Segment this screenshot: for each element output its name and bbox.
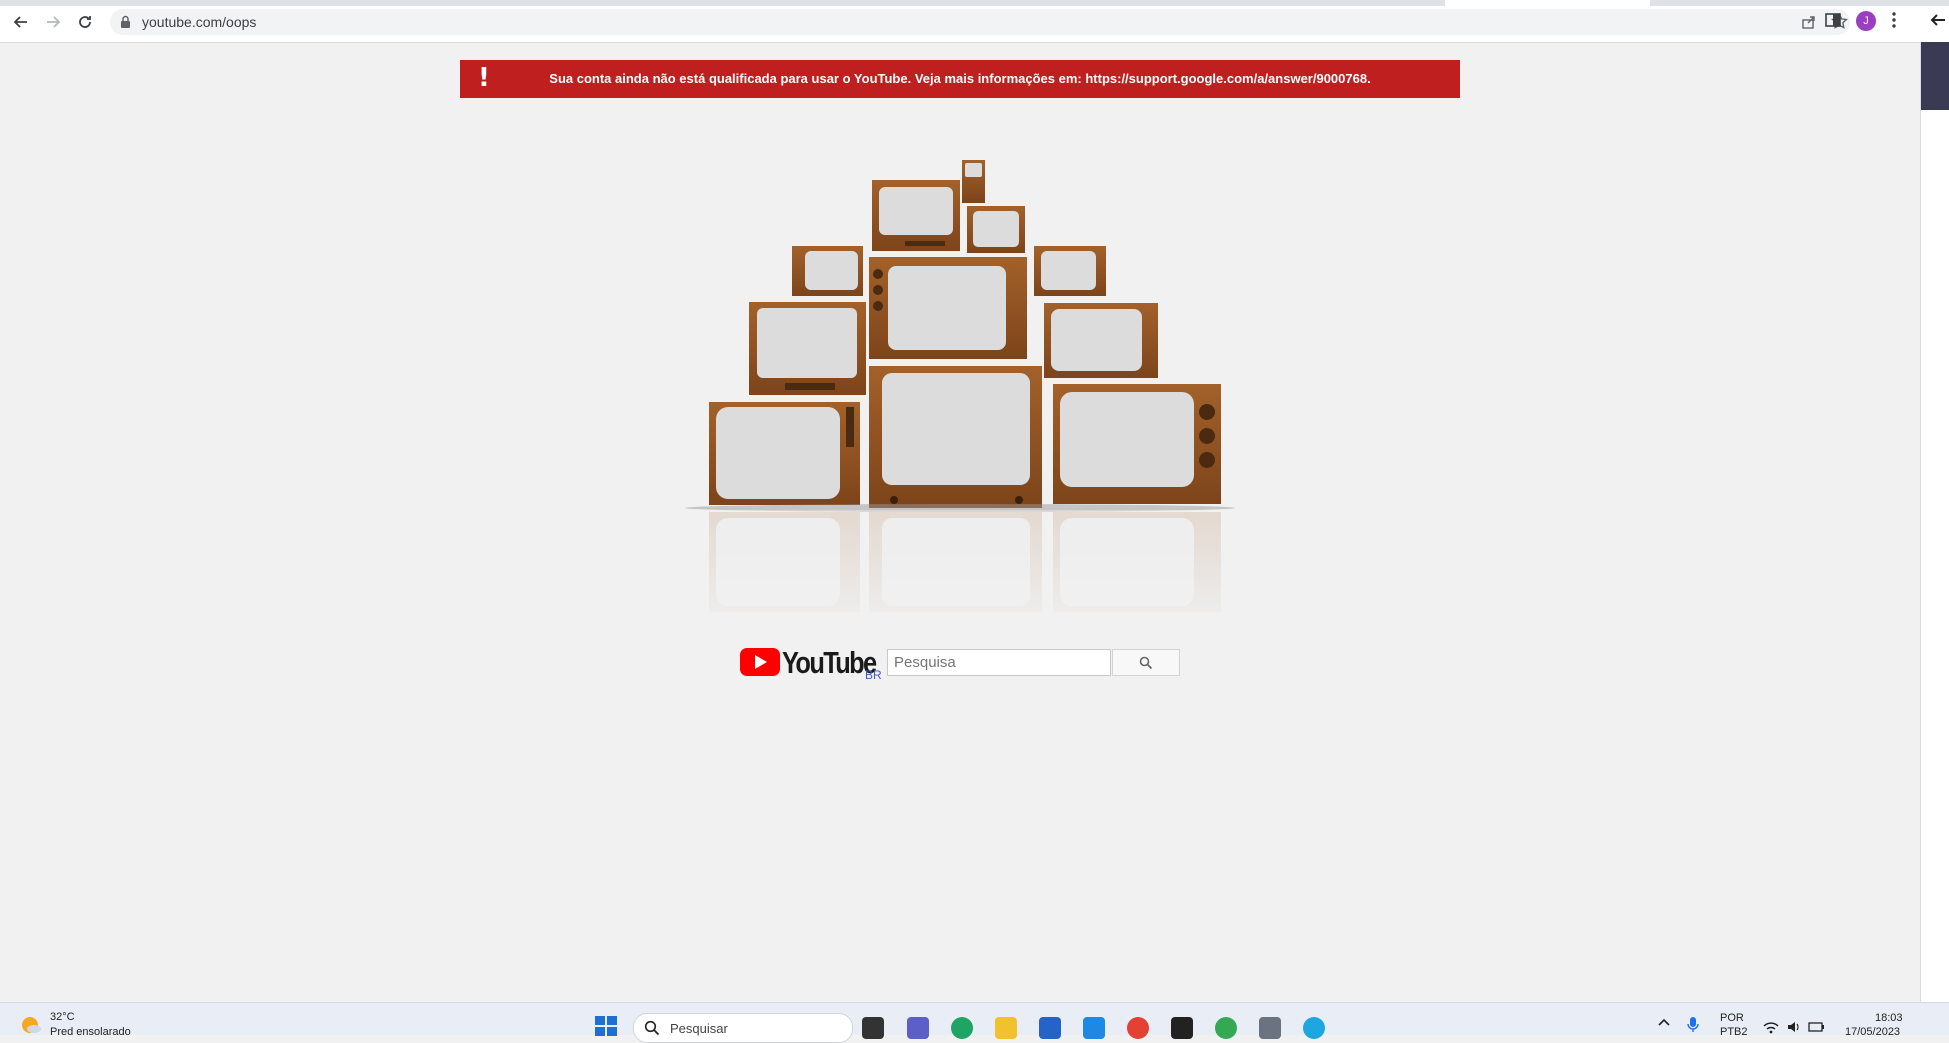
browser-toolbar: youtube.com/oops J	[0, 0, 1949, 43]
chrome-icon[interactable]	[1127, 1017, 1149, 1039]
weather-description[interactable]: Pred ensolarado	[50, 1026, 131, 1038]
tab-strip	[0, 0, 1949, 6]
mail-icon[interactable]	[1083, 1017, 1105, 1039]
sticky-app-icon[interactable]	[1171, 1017, 1193, 1039]
active-tab[interactable]	[1445, 0, 1650, 6]
side-panel	[1920, 42, 1949, 1002]
address-bar[interactable]: youtube.com/oops	[110, 9, 1850, 35]
keyboard-layout[interactable]: PTB2	[1720, 1026, 1748, 1038]
language-indicator[interactable]: POR	[1720, 1012, 1744, 1024]
tv-sets	[685, 160, 1235, 512]
search-input[interactable]	[887, 649, 1111, 676]
task-view-icon[interactable]	[862, 1017, 884, 1039]
search-button[interactable]	[1112, 649, 1180, 676]
youtube-wordmark[interactable]: YouTube	[782, 645, 877, 681]
clock-date[interactable]: 17/05/2023	[1845, 1026, 1900, 1038]
windows-taskbar: 32°C Pred ensolarado Pesquisar POR PTB2 …	[0, 1002, 1949, 1043]
country-code: BR	[865, 668, 882, 682]
app-icon[interactable]	[1303, 1017, 1325, 1039]
microsoft-store-icon[interactable]	[1039, 1017, 1061, 1039]
menu-kebab-icon[interactable]	[1891, 11, 1897, 34]
url-text: youtube.com/oops	[142, 14, 257, 30]
side-panel-back-icon[interactable]	[1929, 11, 1947, 34]
lock-icon[interactable]	[120, 15, 131, 33]
taskbar-search-box[interactable]: Pesquisar	[633, 1013, 853, 1043]
side-panel-icon[interactable]	[1824, 11, 1842, 34]
calculator-icon[interactable]	[1259, 1017, 1281, 1039]
microphone-icon[interactable]	[1687, 1017, 1699, 1033]
youtube-logo-icon[interactable]	[740, 648, 780, 676]
clock-time[interactable]: 18:03	[1875, 1012, 1903, 1024]
edge-icon[interactable]	[951, 1017, 973, 1039]
tray-chevron-up-icon[interactable]	[1657, 1017, 1671, 1027]
reload-icon[interactable]	[75, 12, 95, 32]
error-banner: ! Sua conta ainda não está qualificada p…	[460, 60, 1460, 98]
teams-icon[interactable]	[907, 1017, 929, 1039]
back-icon[interactable]	[11, 12, 31, 32]
file-explorer-icon[interactable]	[995, 1017, 1017, 1039]
profile-avatar[interactable]: J	[1856, 11, 1876, 31]
error-message: Sua conta ainda não está qualificada par…	[549, 71, 1371, 86]
network-volume-battery-icons[interactable]	[1762, 1020, 1826, 1034]
windows-start-icon[interactable]	[595, 1016, 617, 1036]
chrome-profile-icon[interactable]	[1215, 1017, 1237, 1039]
search-icon	[1139, 656, 1153, 669]
tv-stack-illustration	[680, 160, 1240, 630]
weather-temperature[interactable]: 32°C	[50, 1011, 75, 1023]
weather-sun-icon[interactable]	[20, 1015, 42, 1035]
share-icon[interactable]	[1801, 14, 1817, 35]
side-panel-header	[1921, 42, 1949, 110]
forward-icon[interactable]	[43, 12, 63, 32]
